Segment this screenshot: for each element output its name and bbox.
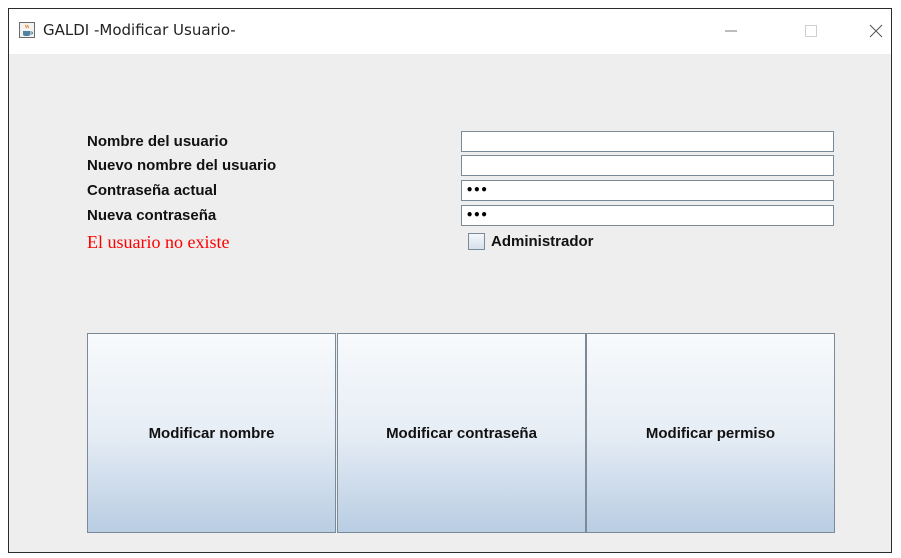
- modify-name-button[interactable]: Modificar nombre: [87, 333, 336, 533]
- new-username-label: Nuevo nombre del usuario: [87, 157, 277, 174]
- new-username-input[interactable]: [461, 155, 834, 176]
- admin-checkbox[interactable]: [468, 233, 485, 250]
- modify-permission-button[interactable]: Modificar permiso: [586, 333, 835, 533]
- maximize-icon[interactable]: [794, 17, 828, 45]
- minimize-icon[interactable]: [714, 17, 748, 45]
- error-message: El usuario no existe: [87, 232, 230, 252]
- modify-password-button[interactable]: Modificar contraseña: [337, 333, 586, 533]
- username-label: Nombre del usuario: [87, 133, 228, 150]
- new-password-input[interactable]: •••: [461, 205, 834, 226]
- app-window: GALDI -Modificar Usuario- Nombre del usu…: [8, 8, 892, 553]
- form-panel: Nombre del usuario Nuevo nombre del usua…: [9, 54, 891, 552]
- current-password-label: Contraseña actual: [87, 182, 218, 199]
- current-password-input[interactable]: •••: [461, 180, 834, 201]
- admin-checkbox-label[interactable]: Administrador: [491, 233, 594, 250]
- window-title: GALDI -Modificar Usuario-: [43, 21, 236, 39]
- title-bar[interactable]: GALDI -Modificar Usuario-: [9, 9, 891, 54]
- new-password-label: Nueva contraseña: [87, 207, 217, 224]
- username-input[interactable]: [461, 131, 834, 152]
- java-cup-icon: [19, 22, 35, 38]
- close-icon[interactable]: [859, 17, 893, 45]
- admin-checkbox-row[interactable]: Administrador: [468, 233, 594, 250]
